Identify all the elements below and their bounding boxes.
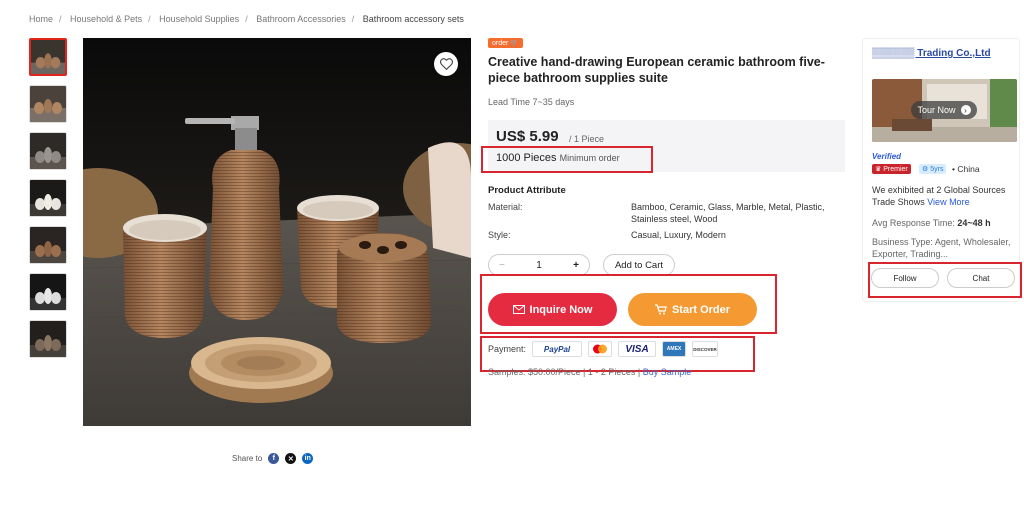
attribute-title: Product Attribute [488,185,566,196]
supplier-country: • China [952,164,980,174]
linkedin-icon[interactable]: in [302,453,314,464]
highlight-box-supplier-actions [868,262,1022,298]
buy-sample-link[interactable]: Buy Sample [643,367,692,377]
favorite-heart-button[interactable] [434,52,458,76]
samples-info: Samples: $50.00/Piece | 1 - 2 Pieces | B… [488,367,691,377]
share-bar: Share to f ✕ in [232,453,314,464]
price-unit: / 1 Piece [569,134,605,144]
business-type: Business Type: Agent, Wholesaler, Export… [872,237,1011,259]
chevron-right-icon: › [960,105,971,115]
add-to-cart-button[interactable]: Add to Cart [603,254,675,276]
attr-material-label: Material: [488,202,523,212]
tour-now-button[interactable]: Tour Now › [911,101,977,119]
highlight-box-actions [480,274,777,334]
order-badge: order 🛒 [488,38,524,48]
quantity-stepper: − 1 + [488,254,590,276]
thumbnail-5[interactable] [29,226,67,264]
x-twitter-icon[interactable]: ✕ [285,453,297,464]
supplier-name[interactable]: ▒▒▒▒▒▒ Trading Co.,Ltd [872,48,1012,60]
qty-plus-button[interactable]: + [573,260,579,271]
unit-price: US$ 5.99 [496,128,559,145]
exhibit-info: We exhibited at 2 Global Sources Trade S… [872,184,1020,208]
lead-time: Lead Time 7~35 days [488,97,575,107]
qty-input[interactable]: 1 [536,260,542,271]
breadcrumb: Home / Household & Pets / Household Suppli… [29,14,464,24]
breadcrumb-household-pets[interactable]: Household & Pets [70,14,142,24]
main-product-image[interactable] [83,38,471,426]
view-more-link[interactable]: View More [927,197,969,207]
qty-minus-button[interactable]: − [499,260,505,271]
product-title: Creative hand-drawing European ceramic b… [488,55,825,85]
thumbnail-list [29,38,67,367]
years-badge: ⚙ 5yrs [919,164,947,174]
breadcrumb-bathroom-accessories[interactable]: Bathroom Accessories [256,14,346,24]
samples-text: Samples: $50.00/Piece | 1 - 2 Pieces | [488,367,641,377]
response-time: Avg Response Time: 24~48 h [872,218,991,228]
breadcrumb-current[interactable]: Bathroom accessory sets [363,14,464,24]
highlight-box-moq [481,146,653,173]
response-time-value: 24~48 h [957,218,991,228]
premier-badge: ♛ Premier [872,164,911,174]
thumbnail-2[interactable] [29,85,67,123]
heart-icon [439,58,453,70]
breadcrumb-home[interactable]: Home [29,14,53,24]
thumbnail-6[interactable] [29,273,67,311]
attr-style-label: Style: [488,230,511,240]
facebook-icon[interactable]: f [268,453,280,464]
thumbnail-3[interactable] [29,132,67,170]
verified-label: Verified [872,152,902,161]
thumbnail-7[interactable] [29,320,67,358]
attr-material-value: Bamboo, Ceramic, Glass, Marble, Metal, P… [631,202,825,224]
breadcrumb-household-supplies[interactable]: Household Supplies [159,14,239,24]
share-label: Share to [232,454,263,463]
attr-style-value: Casual, Luxury, Modern [631,230,726,240]
thumbnail-1[interactable] [29,38,67,76]
thumbnail-4[interactable] [29,179,67,217]
